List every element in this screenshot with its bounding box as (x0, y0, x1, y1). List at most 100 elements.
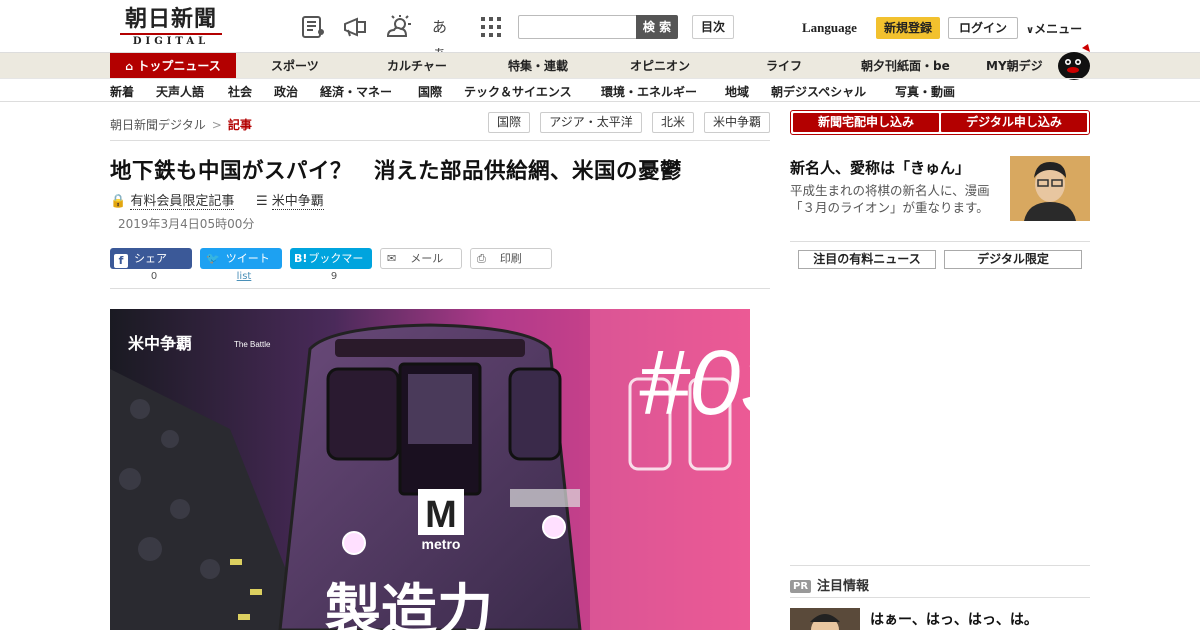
list-icon: ☰ (256, 194, 268, 209)
pr-badge: PR (790, 580, 812, 593)
breadcrumb-current: 記事 (227, 118, 252, 132)
lock-icon: 🔒 (110, 194, 127, 209)
pr-item-title[interactable]: はぁー、はっ、はっ、は。 (870, 609, 1038, 629)
nav-item-life[interactable]: ライフ (766, 53, 802, 79)
megaphone-icon[interactable] (342, 14, 368, 40)
facebook-count: 0 (150, 271, 158, 282)
subnav-item-special[interactable]: 朝デジスペシャル (771, 83, 866, 100)
logo-sub-text: DIGITAL (120, 33, 222, 47)
issue-number: #03 (638, 332, 750, 434)
feature-title[interactable]: 新名人、愛称は「きゅん」 (790, 157, 970, 178)
nav-item-opinion[interactable]: オピニオン (630, 53, 690, 79)
mail-label: メール (410, 252, 444, 265)
print-icon: ⎙ (477, 252, 486, 265)
metro-logo-text: metro (422, 536, 461, 552)
subnav-item-region[interactable]: 地域 (725, 83, 749, 100)
subnav-item-latest[interactable]: 新着 (110, 83, 134, 100)
breadcrumb: 朝日新聞デジタル > 記事 (110, 116, 252, 133)
nav-item-paper[interactable]: 朝夕刊紙面・be (861, 53, 950, 79)
breadcrumb-separator: > (211, 118, 222, 132)
tag-asia-pacific[interactable]: アジア・太平洋 (540, 112, 642, 133)
facebook-icon: f (114, 254, 128, 268)
print-button[interactable]: ⎙ 印刷 (470, 248, 552, 269)
breadcrumb-divider (110, 140, 770, 141)
nav-item-features[interactable]: 特集・連載 (508, 53, 568, 79)
tab-paid-news[interactable]: 注目の有料ニュース (798, 250, 936, 269)
grid-menu-icon[interactable] (478, 14, 504, 40)
hatena-icon: B! (294, 252, 308, 265)
subnav-item-environment[interactable]: 環境・エネルギー (601, 83, 697, 100)
subnav-item-politics[interactable]: 政治 (274, 83, 298, 100)
main-nav: ⌂ トップニュース スポーツ カルチャー 特集・連載 オピニオン ライフ 朝夕刊… (0, 52, 1200, 79)
sub-nav: 新着 天声人語 社会 政治 経済・マネー 国際 テック＆サイエンス 環境・エネル… (0, 78, 1200, 102)
paid-article-label: 🔒 有料会員限定記事 (110, 190, 235, 210)
asahi-digital-logo[interactable]: 朝日新聞 DIGITAL (114, 6, 228, 48)
series-link-text: 米中争覇 (271, 194, 324, 210)
article-date: 2019年3月4日05時00分 (118, 217, 255, 231)
register-button[interactable]: 新規登録 (876, 17, 940, 39)
series-logo-en: The Battle (234, 340, 271, 349)
tag-north-america[interactable]: 北米 (652, 112, 694, 133)
pr-heading: PR 注目情報 (790, 575, 869, 594)
hatena-bookmark-button[interactable]: B!ブックマーク (290, 248, 372, 286)
feature-description: 平成生まれの将棋の新名人に、漫画「３月のライオン」が重なります。 (790, 183, 990, 215)
print-label: 印刷 (499, 252, 522, 265)
digital-subscribe-button[interactable]: デジタル申し込み (941, 113, 1087, 132)
mail-icon: ✉ (387, 252, 397, 265)
font-size-icon[interactable]: あぁ (432, 14, 458, 62)
search-input[interactable] (518, 15, 638, 39)
mail-button[interactable]: ✉ メール (380, 248, 462, 269)
pr-thumbnail[interactable] (790, 608, 860, 630)
article-title: 地下鉄も中国がスパイ？ 消えた部品供給網、米国の憂鬱 (110, 159, 683, 184)
facebook-share-label: シェア (134, 252, 167, 265)
hero-headline: 製造力 (325, 579, 493, 630)
weather-icon[interactable] (386, 14, 412, 40)
nav-item-my-asadigi[interactable]: MY朝デジ (986, 53, 1043, 79)
facebook-share-button[interactable]: f シェア (110, 248, 192, 269)
menu-button[interactable]: ∨メニュー (1026, 20, 1082, 37)
subnav-item-economy[interactable]: 経済・マネー (320, 83, 392, 100)
nav-item-culture[interactable]: カルチャー (387, 53, 447, 79)
subnav-item-tech[interactable]: テック＆サイエンス (464, 83, 572, 100)
twitter-share-button[interactable]: 🐦 ツイート (200, 248, 282, 269)
subscribe-bar: 新聞宅配申し込み デジタル申し込み (790, 110, 1090, 135)
tag-us-china[interactable]: 米中争覇 (704, 112, 770, 133)
subway-train-illustration: M metro 米中争覇 The Battle #03 製造力 (110, 309, 750, 630)
hero-image: M metro 米中争覇 The Battle #03 製造力 (110, 309, 750, 630)
tab-digital-only[interactable]: デジタル限定 (944, 250, 1082, 269)
series-logo-text: 米中争覇 (128, 334, 192, 353)
breadcrumb-home[interactable]: 朝日新聞デジタル (110, 118, 206, 132)
person-photo (1010, 156, 1090, 221)
twitter-count-link[interactable]: list (200, 271, 288, 282)
tag-international[interactable]: 国際 (488, 112, 530, 133)
pr-heading-divider (790, 597, 1090, 598)
language-link[interactable]: Language (802, 20, 857, 36)
mascot-icon (1058, 44, 1090, 80)
paid-article-text[interactable]: 有料会員限定記事 (130, 194, 235, 210)
search-button[interactable]: 検 索 (636, 15, 678, 39)
pr-heading-text: 注目情報 (817, 579, 870, 594)
toc-button[interactable]: 目次 (692, 15, 734, 39)
twitter-share-label: ツイート (225, 252, 270, 265)
pr-divider (790, 565, 1090, 566)
metro-logo-letter: M (425, 494, 457, 536)
subnav-item-photo[interactable]: 写真・動画 (895, 83, 955, 100)
paper-subscribe-button[interactable]: 新聞宅配申し込み (793, 113, 939, 132)
nav-item-label: トップニュース (137, 59, 221, 73)
logo-main-text: 朝日新聞 (124, 6, 217, 32)
hatena-count: 9 (330, 271, 338, 282)
site-header: 朝日新聞 DIGITAL あぁ 検 索 目次 Language 新規登録 ログイ… (0, 0, 1200, 62)
home-icon: ⌂ (125, 60, 134, 73)
menu-label: メニュー (1034, 22, 1083, 36)
newspaper-icon[interactable] (300, 14, 326, 40)
subnav-item-society[interactable]: 社会 (228, 83, 252, 100)
login-button[interactable]: ログイン (948, 17, 1018, 39)
feature-thumbnail[interactable] (1010, 156, 1090, 221)
subnav-item-international[interactable]: 国際 (418, 83, 442, 100)
series-link[interactable]: ☰ 米中争覇 (256, 190, 324, 210)
pr-photo (790, 608, 860, 630)
nav-item-top-news[interactable]: ⌂ トップニュース (110, 53, 236, 79)
nav-item-sports[interactable]: スポーツ (271, 53, 319, 79)
subnav-item-tenseijingo[interactable]: 天声人語 (156, 83, 204, 100)
share-divider (110, 288, 770, 289)
